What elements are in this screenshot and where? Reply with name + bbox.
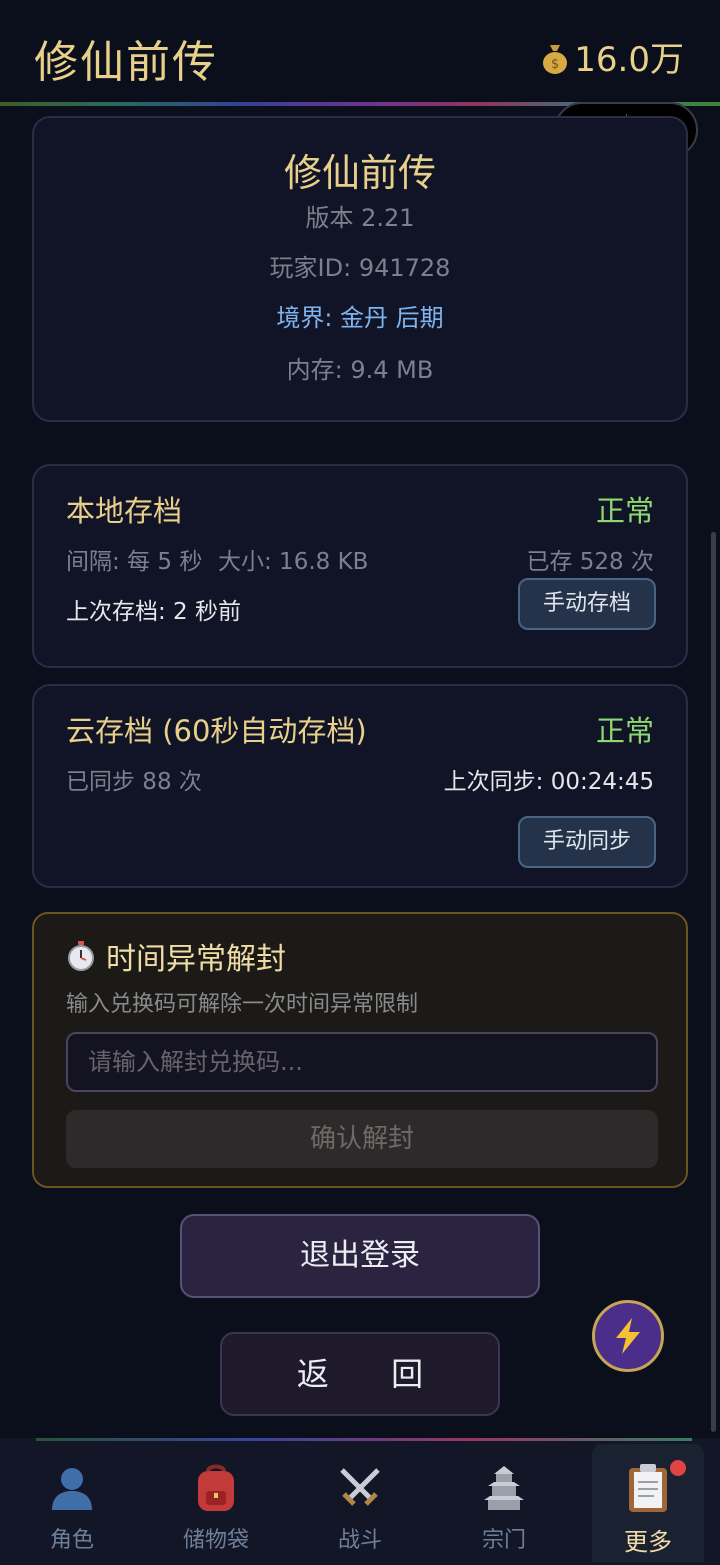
game-info-card: 修仙前传 版本 2.21 玩家ID: 941728 境界: 金丹 后期 内存: … [32, 116, 688, 422]
tab-battle[interactable]: 战斗 [304, 1444, 416, 1562]
manual-save-button[interactable]: 手动存档 [518, 578, 656, 630]
local-save-card: 本地存档 正常 间隔: 每 5 秒 大小: 16.8 KB 已存 528 次 上… [32, 464, 688, 668]
top-bar: 修仙前传 $ 16.0万 [0, 0, 720, 104]
crossed-swords-icon [334, 1462, 386, 1514]
cloud-save-status: 正常 [595, 714, 654, 748]
tab-label: 角色 [49, 1528, 94, 1553]
memory-text: 内存: 9.4 MB [286, 356, 434, 384]
tab-label: 储物袋 [182, 1528, 249, 1553]
cloud-save-card: 云存档 (60秒自动存档) 正常 已同步 88 次 上次同步: 00:24:45… [32, 684, 688, 888]
tabbar-divider [36, 1438, 692, 1441]
tab-label: 更多 [624, 1528, 672, 1556]
unlock-code-input[interactable] [66, 1032, 658, 1092]
tab-character[interactable]: 角色 [16, 1444, 128, 1562]
last-sync-time: 上次同步: 00:24:45 [443, 769, 654, 795]
player-id-text: 玩家ID: 941728 [269, 254, 451, 282]
backpack-icon [190, 1462, 242, 1514]
app-title: 修仙前传 [34, 37, 218, 88]
realm-text: 境界: 金丹 后期 [276, 304, 444, 332]
stopwatch-icon [68, 941, 94, 971]
game-title: 修仙前传 [283, 151, 436, 195]
tab-label: 战斗 [337, 1528, 382, 1553]
unlock-title-row: 时间异常解封 [66, 934, 286, 978]
svg-text:$: $ [551, 57, 559, 72]
local-save-title: 本地存档 [66, 494, 183, 528]
last-save-time: 上次存档: 2 秒前 [66, 599, 242, 625]
coin-amount: 16.0万 [574, 40, 684, 80]
sect-pagoda-icon [478, 1462, 530, 1514]
unlock-title: 时间异常解封 [106, 942, 286, 977]
quick-action-button[interactable] [592, 1300, 664, 1372]
unlock-description: 输入兑换码可解除一次时间异常限制 [66, 992, 419, 1017]
scrollbar[interactable] [711, 532, 716, 1432]
coin-balance: $ 16.0万 [540, 32, 684, 81]
time-anomaly-unlock-card: 时间异常解封 输入兑换码可解除一次时间异常限制 确认解封 [32, 912, 688, 1188]
lightning-icon [616, 1318, 640, 1354]
save-count: 已存 528 次 [526, 549, 654, 575]
cloud-save-title: 云存档 (60秒自动存档) [66, 714, 367, 748]
tab-more[interactable]: 更多 [592, 1444, 704, 1562]
back-button[interactable]: 返 回 [220, 1332, 500, 1416]
save-interval: 间隔: 每 5 秒 [66, 549, 203, 575]
logout-button[interactable]: 退出登录 [180, 1214, 540, 1298]
local-save-status: 正常 [595, 494, 654, 528]
tab-backpack[interactable]: 储物袋 [160, 1444, 272, 1562]
save-size: 大小: 16.8 KB [218, 549, 369, 575]
confirm-unlock-button[interactable]: 确认解封 [66, 1110, 658, 1168]
character-icon [46, 1462, 98, 1514]
tab-label: 宗门 [481, 1528, 526, 1553]
money-bag-icon: $ [543, 45, 568, 74]
version-text: 版本 2.21 [305, 204, 415, 232]
clipboard-icon [622, 1462, 674, 1514]
sync-count: 已同步 88 次 [66, 769, 202, 795]
manual-sync-button[interactable]: 手动同步 [518, 816, 656, 868]
tab-sect[interactable]: 宗门 [448, 1444, 560, 1562]
notification-badge [670, 1460, 686, 1476]
